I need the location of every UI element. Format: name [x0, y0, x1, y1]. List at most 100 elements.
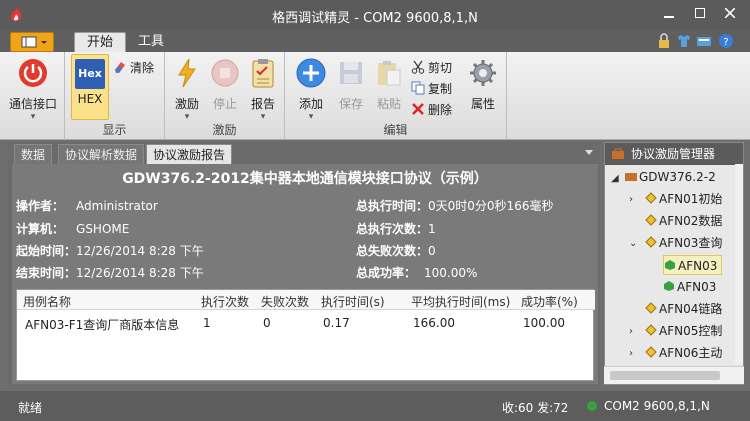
col-exec-time[interactable]: 执行时间(s): [321, 293, 385, 310]
expand-arrow-icon[interactable]: ›: [629, 326, 633, 337]
tree-horizontal-scrollbar[interactable]: [604, 366, 744, 384]
save-button[interactable]: 保存: [333, 57, 369, 112]
clear-label: 清除: [130, 61, 155, 75]
cell-case-name: AFN03-F1查询厂商版本信息: [25, 318, 180, 332]
col-failures[interactable]: 失败次数: [261, 293, 309, 310]
tab-start[interactable]: 开始: [74, 32, 127, 52]
tree-item-label: AFN02数据: [659, 214, 723, 228]
total-time-key: 总执行时间：: [356, 199, 429, 213]
hex-icon: Hex: [75, 59, 105, 89]
tree-item-afn04[interactable]: AFN04链路: [645, 299, 722, 319]
minimize-button[interactable]: [655, 3, 683, 25]
col-runs[interactable]: 执行次数: [201, 293, 249, 310]
stimulus-manager-pane: 协议激励管理器 ◢ GDW376.2-2 › AFN01初始 AFN02数据 ⌄…: [604, 142, 744, 385]
operator-value: Administrator: [76, 199, 158, 213]
paste-button[interactable]: 粘贴: [371, 57, 407, 112]
tree-item-afn02[interactable]: AFN02数据: [645, 211, 722, 231]
tree-item-afn06[interactable]: AFN06主动: [645, 343, 722, 363]
tree-item-afn05[interactable]: AFN05控制: [645, 321, 722, 341]
report-title: GDW376.2-2012集中器本地通信模块接口协议（示例）: [122, 171, 488, 187]
computer-key: 计算机：: [16, 222, 65, 236]
power-icon: [19, 59, 47, 87]
tree-root-label: GDW376.2-2: [639, 170, 716, 184]
stimulate-button[interactable]: 激励 ▾: [169, 57, 205, 122]
lock-icon[interactable]: [656, 33, 672, 49]
save-icon: [340, 62, 362, 84]
hex-toggle-button[interactable]: Hex HEX: [71, 54, 109, 120]
tree-item-label: AFN03: [678, 259, 718, 273]
save-label: 保存: [338, 97, 363, 111]
col-avg-time[interactable]: 平均执行时间(ms): [411, 293, 510, 310]
expand-arrow-icon[interactable]: ›: [629, 348, 633, 359]
eraser-icon: [115, 62, 125, 73]
tab-protocol-parse[interactable]: 协议解析数据: [58, 144, 145, 164]
svg-text:?: ?: [723, 37, 728, 48]
copy-button[interactable]: 复制: [411, 80, 452, 98]
add-icon: [296, 58, 326, 88]
tag-icon: [645, 236, 657, 248]
collapse-arrow-icon[interactable]: ⌄: [629, 238, 637, 249]
group-comm: 通信接口 ▾: [0, 52, 65, 140]
clipboard-report-icon: [252, 59, 274, 88]
cut-button[interactable]: 剪切: [411, 59, 452, 77]
keyboard-icon[interactable]: [696, 33, 712, 49]
delete-button[interactable]: 删除: [411, 101, 452, 119]
cell-avg-time: 166.00: [413, 316, 455, 330]
tree-item-afn03-f2[interactable]: AFN03: [663, 277, 716, 297]
report-button[interactable]: 报告 ▾: [245, 57, 281, 122]
stop-button[interactable]: 停止: [207, 57, 243, 112]
delete-label: 删除: [428, 103, 453, 117]
tree-item-label: AFN06主动: [659, 346, 723, 360]
document-tab-bar: 数据 协议解析数据 协议激励报告: [8, 142, 600, 164]
tree-vertical-scrollbar[interactable]: [735, 164, 743, 364]
tab-stimulus-report[interactable]: 协议激励报告: [146, 144, 233, 164]
tree-root[interactable]: GDW376.2-2: [625, 167, 716, 187]
maximize-button[interactable]: [686, 3, 714, 25]
cell-failures: 0: [263, 316, 271, 330]
app-menu-button[interactable]: [10, 32, 54, 52]
comm-interface-label: 通信接口: [8, 97, 57, 111]
cell-exec-time: 0.17: [323, 316, 350, 330]
properties-label: 属性: [470, 97, 495, 111]
add-button[interactable]: 添加 ▾: [293, 57, 329, 122]
status-bar: 就绪 收:60 发:72 COM2 9600,8,1,N: [0, 391, 750, 421]
minimize-icon: [664, 16, 674, 18]
clear-button[interactable]: 清除: [113, 59, 154, 77]
tree-item-afn03-f1[interactable]: AFN03: [663, 255, 723, 275]
scissors-icon: [411, 60, 425, 74]
toolbox-icon: [625, 173, 637, 181]
col-case-name[interactable]: 用例名称: [23, 293, 71, 310]
start-time-key: 起始时间：: [16, 244, 77, 258]
maximize-icon: [695, 8, 705, 18]
operator-key: 操作者：: [16, 199, 65, 213]
shirt-icon[interactable]: [676, 33, 692, 49]
tab-data[interactable]: 数据: [14, 144, 53, 164]
group-display: Hex HEX 清除 显示: [65, 52, 165, 140]
stimulate-label: 激励: [174, 97, 199, 111]
tree-item-afn01[interactable]: AFN01初始: [645, 189, 722, 209]
tab-tools[interactable]: 工具: [126, 32, 176, 52]
tree-item-afn03[interactable]: AFN03查询: [645, 233, 722, 253]
total-time-row: 总执行时间：0天0时0分0秒166毫秒: [356, 197, 553, 214]
status-ready: 就绪: [18, 401, 43, 415]
success-rate-row: 总成功率： 100.00%: [356, 264, 477, 281]
app-menu-icon: [21, 36, 47, 48]
expand-arrow-icon[interactable]: ›: [629, 194, 633, 205]
help-icon[interactable]: ?: [718, 33, 734, 49]
col-success-rate[interactable]: 成功率(%): [521, 293, 578, 310]
tag-icon: [645, 302, 657, 314]
group-label-edit: 编辑: [383, 123, 408, 137]
tab-dropdown-icon[interactable]: [584, 149, 594, 157]
scroll-thumb[interactable]: [610, 371, 720, 380]
comm-interface-button[interactable]: 通信接口 ▾: [6, 57, 60, 122]
success-rate-key: 总成功率：: [356, 266, 417, 280]
properties-button[interactable]: 属性: [465, 57, 501, 112]
results-table-header: 用例名称 执行次数 失败次数 执行时间(s) 平均执行时间(ms) 成功率(%): [17, 290, 595, 310]
end-time-value: 12/26/2014 8:28 下午: [76, 266, 204, 280]
tag-icon: [645, 346, 657, 358]
close-button[interactable]: [716, 3, 744, 25]
collapse-arrow-icon[interactable]: ◢: [611, 173, 619, 184]
computer-value: GSHOME: [76, 222, 130, 236]
tree-item-label: AFN04链路: [659, 302, 723, 316]
tag-icon: [645, 214, 657, 226]
